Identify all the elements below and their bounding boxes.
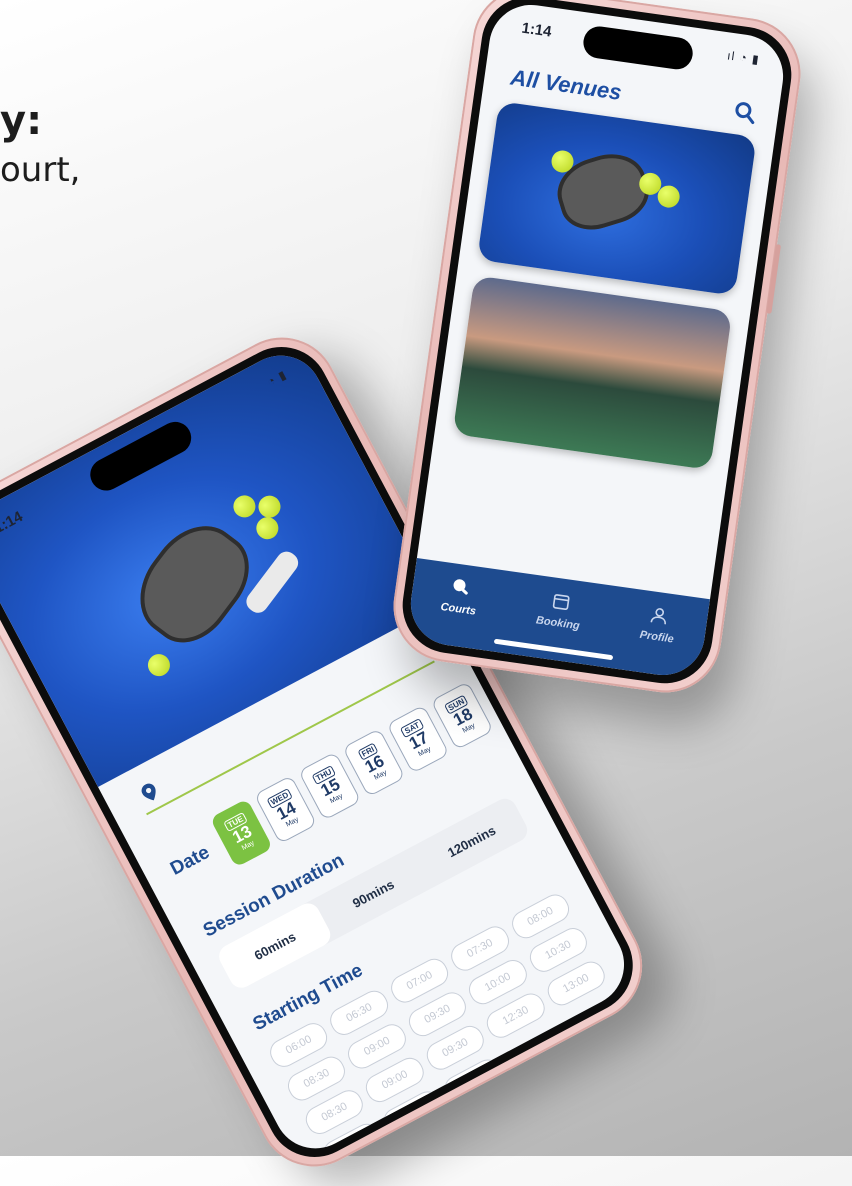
venue-card[interactable] (477, 101, 757, 296)
dynamic-island (581, 24, 695, 72)
racket-handle (242, 547, 303, 617)
nav-item-label: Courts (439, 600, 477, 618)
venue-card[interactable] (452, 275, 733, 470)
ball-icon (144, 650, 174, 680)
ball-icon (229, 491, 260, 522)
court-hero-image (0, 340, 439, 787)
nav-item-profile[interactable]: Profile (638, 604, 678, 646)
padel-racket-icon (121, 508, 266, 659)
side-button (766, 243, 782, 315)
courts-icon (450, 577, 473, 601)
marketing-headline: y: (0, 98, 43, 144)
nav-item-label: Profile (638, 628, 675, 646)
ball-icon (656, 184, 682, 210)
nav-item-booking[interactable]: Booking (535, 590, 584, 633)
calendar-icon (550, 591, 571, 614)
location-pin-icon (141, 783, 156, 801)
duration-option[interactable]: 120mins (411, 795, 531, 888)
venues-phone: 1:14 ıl ◔ ▮ All Venues Courts Booking Prof… (386, 0, 808, 700)
nav-item-label: Booking (535, 614, 581, 633)
phone-bezel: 1:14 ıl ◔ ▮ All Venues Courts Booking Prof… (396, 0, 798, 690)
date-section-title: Date (166, 841, 214, 880)
person-icon (649, 605, 670, 628)
marketing-subline: ourt, (0, 150, 81, 190)
search-icon[interactable] (733, 100, 758, 125)
page-title: All Venues (509, 64, 624, 105)
status-time: 1:14 (520, 19, 553, 41)
nav-item-courts[interactable]: Courts (440, 576, 480, 618)
signal-wifi-battery-icon: ıl ◔ ▮ (726, 48, 761, 67)
venues-screen: 1:14 ıl ◔ ▮ All Venues Courts Booking Prof… (405, 0, 789, 681)
bottom-nav: Courts Booking Profile (405, 558, 711, 681)
ball-icon (252, 513, 283, 544)
